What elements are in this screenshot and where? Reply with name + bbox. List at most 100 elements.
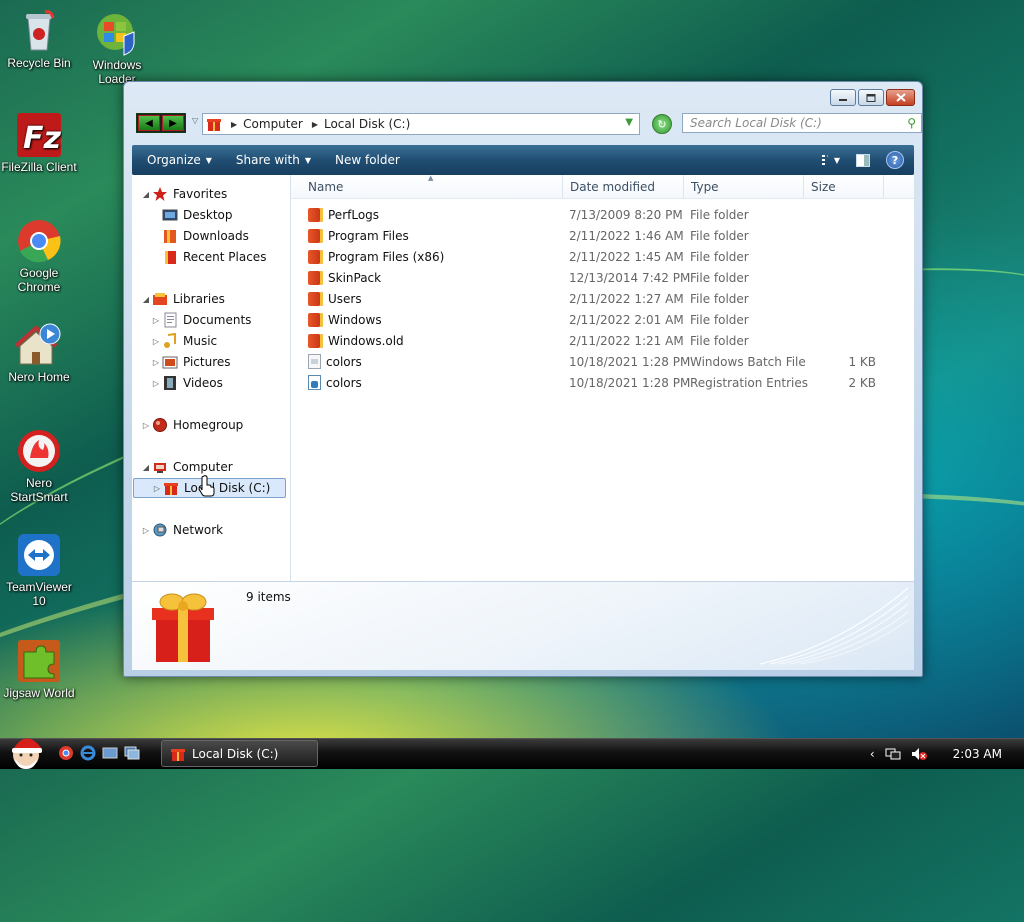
recent-pages-dropdown[interactable]: ▽ <box>192 116 198 125</box>
file-name: Windows <box>328 312 382 327</box>
nav-videos[interactable]: ▷ Videos <box>150 373 223 393</box>
jigsaw-world-icon <box>16 638 62 684</box>
nav-libraries[interactable]: ◢ Libraries <box>140 289 225 309</box>
nav-documents[interactable]: ▷ Documents <box>150 310 251 330</box>
column-header-name[interactable]: Name <box>291 175 563 198</box>
collapsed-arrow-icon[interactable]: ▷ <box>150 337 162 346</box>
chrome-icon <box>16 218 62 264</box>
show-desktop-icon[interactable] <box>102 745 118 761</box>
change-view-button[interactable]: ▼ <box>822 152 840 168</box>
breadcrumb-arrow-icon[interactable]: ▶ <box>312 120 318 129</box>
view-list-icon <box>822 155 828 165</box>
preview-pane-icon <box>856 153 870 167</box>
start-button-santa-icon[interactable] <box>6 731 46 769</box>
column-header-type[interactable]: Type <box>684 175 804 198</box>
collapsed-arrow-icon[interactable]: ▷ <box>150 316 162 325</box>
nav-network[interactable]: ▷ Network <box>140 520 223 540</box>
nav-desktop[interactable]: Desktop <box>162 205 233 225</box>
nav-label: Local Disk (C:) <box>184 481 271 495</box>
nav-label: Pictures <box>183 355 231 369</box>
address-bar[interactable]: ▶ Computer ▶ Local Disk (C:) ▼ <box>202 113 640 135</box>
nav-computer[interactable]: ◢ Computer <box>140 457 233 477</box>
minimize-button[interactable] <box>830 89 856 106</box>
breadcrumb-computer[interactable]: Computer <box>243 117 303 131</box>
close-button[interactable] <box>886 89 915 106</box>
file-type: Windows Batch File <box>690 354 806 369</box>
file-date: 7/13/2009 8:20 PM <box>569 207 683 222</box>
file-row[interactable]: Windows.old 2/11/2022 1:21 AM File folde… <box>291 330 914 351</box>
file-row[interactable]: colors 10/18/2021 1:28 PM Registration E… <box>291 372 914 393</box>
desktop-icon-teamviewer[interactable]: TeamViewer 10 <box>0 532 78 608</box>
drive-gift-icon <box>171 749 185 761</box>
file-row[interactable]: Users 2/11/2022 1:27 AM File folder <box>291 288 914 309</box>
volume-muted-icon[interactable] <box>911 747 927 761</box>
chrome-icon[interactable] <box>58 745 74 761</box>
preview-pane-button[interactable] <box>854 152 872 168</box>
file-date: 2/11/2022 1:27 AM <box>569 291 684 306</box>
chevron-down-icon: ▼ <box>304 155 311 165</box>
expanded-arrow-icon[interactable]: ◢ <box>140 295 152 304</box>
collapsed-arrow-icon[interactable]: ▷ <box>151 484 163 493</box>
column-header-size[interactable]: Size <box>804 175 884 198</box>
show-hidden-icons-chevron-icon[interactable]: ‹ <box>870 747 875 761</box>
file-row[interactable]: Program Files 2/11/2022 1:46 AM File fol… <box>291 225 914 246</box>
breadcrumb-local-disk[interactable]: Local Disk (C:) <box>324 117 410 131</box>
file-row[interactable]: colors 10/18/2021 1:28 PM Windows Batch … <box>291 351 914 372</box>
column-header-date-modified[interactable]: Date modified <box>563 175 684 198</box>
breadcrumb-arrow-icon[interactable]: ▶ <box>231 120 237 129</box>
nav-pictures[interactable]: ▷ Pictures <box>150 352 231 372</box>
file-name: SkinPack <box>328 270 382 285</box>
desktop-icon-filezilla[interactable]: Fz FileZilla Client <box>0 112 78 174</box>
maximize-button[interactable] <box>858 89 884 106</box>
file-type: File folder <box>690 312 749 327</box>
desktop-icon-nero-home[interactable]: Nero Home <box>0 322 78 384</box>
expanded-arrow-icon[interactable]: ◢ <box>140 190 152 199</box>
chevron-down-icon: ▼ <box>205 155 212 165</box>
organize-label: Organize <box>147 153 201 167</box>
network-status-icon[interactable] <box>885 747 901 761</box>
internet-explorer-icon[interactable] <box>80 745 96 761</box>
refresh-button[interactable]: ↻ <box>652 114 672 134</box>
batch-file-icon <box>308 354 321 369</box>
back-button[interactable]: ◀ <box>138 115 160 131</box>
share-with-button[interactable]: Share with ▼ <box>227 153 320 167</box>
collapsed-arrow-icon[interactable]: ▷ <box>140 526 152 535</box>
drive-gift-icon <box>163 480 179 496</box>
file-row[interactable]: Program Files (x86) 2/11/2022 1:45 AM Fi… <box>291 246 914 267</box>
desktop-icon-windows-loader[interactable]: Windows Loader <box>78 10 156 86</box>
file-row[interactable]: PerfLogs 7/13/2009 8:20 PM File folder <box>291 204 914 225</box>
file-row[interactable]: Windows 2/11/2022 2:01 AM File folder <box>291 309 914 330</box>
help-button[interactable]: ? <box>886 151 904 169</box>
column-header-label: Type <box>691 179 719 194</box>
file-name: Windows.old <box>328 333 404 348</box>
address-dropdown-icon[interactable]: ▼ <box>625 117 633 128</box>
search-icon[interactable]: ⚲ <box>907 116 916 130</box>
clock[interactable]: 2:03 AM <box>953 747 1002 761</box>
desktop-icon-recycle-bin[interactable]: Recycle Bin <box>0 8 78 70</box>
nav-downloads[interactable]: Downloads <box>162 226 249 246</box>
nav-recent-places[interactable]: Recent Places <box>162 247 266 267</box>
taskbar-button-local-disk[interactable]: Local Disk (C:) <box>161 740 318 767</box>
desktop-icon-jigsaw-world[interactable]: Jigsaw World <box>0 638 78 700</box>
collapsed-arrow-icon[interactable]: ▷ <box>150 358 162 367</box>
collapsed-arrow-icon[interactable]: ▷ <box>140 421 152 430</box>
details-pane: 9 items <box>132 581 914 670</box>
forward-button[interactable]: ▶ <box>162 115 184 131</box>
desktop-icon-chrome[interactable]: Google Chrome <box>0 218 78 294</box>
documents-icon <box>162 312 178 328</box>
nav-music[interactable]: ▷ Music <box>150 331 217 351</box>
new-folder-button[interactable]: New folder <box>326 153 409 167</box>
switch-windows-icon[interactable] <box>124 745 140 761</box>
nav-favorites[interactable]: ◢ Favorites <box>140 184 227 204</box>
nav-label: Desktop <box>183 208 233 222</box>
explorer-window[interactable]: ◀ ▶ ▽ ▶ Computer ▶ Local Disk (C:) ▼ ↻ S… <box>123 81 923 677</box>
desktop-icon-nero-startsmart[interactable]: Nero StartSmart <box>0 428 78 504</box>
nav-homegroup[interactable]: ▷ Homegroup <box>140 415 243 435</box>
organize-button[interactable]: Organize ▼ <box>138 153 221 167</box>
expanded-arrow-icon[interactable]: ◢ <box>140 463 152 472</box>
nav-label: Favorites <box>173 187 228 201</box>
search-input[interactable]: Search Local Disk (C:) ⚲ <box>682 113 922 133</box>
file-row[interactable]: SkinPack 12/13/2014 7:42 PM File folder <box>291 267 914 288</box>
star-icon <box>152 186 168 202</box>
collapsed-arrow-icon[interactable]: ▷ <box>150 379 162 388</box>
